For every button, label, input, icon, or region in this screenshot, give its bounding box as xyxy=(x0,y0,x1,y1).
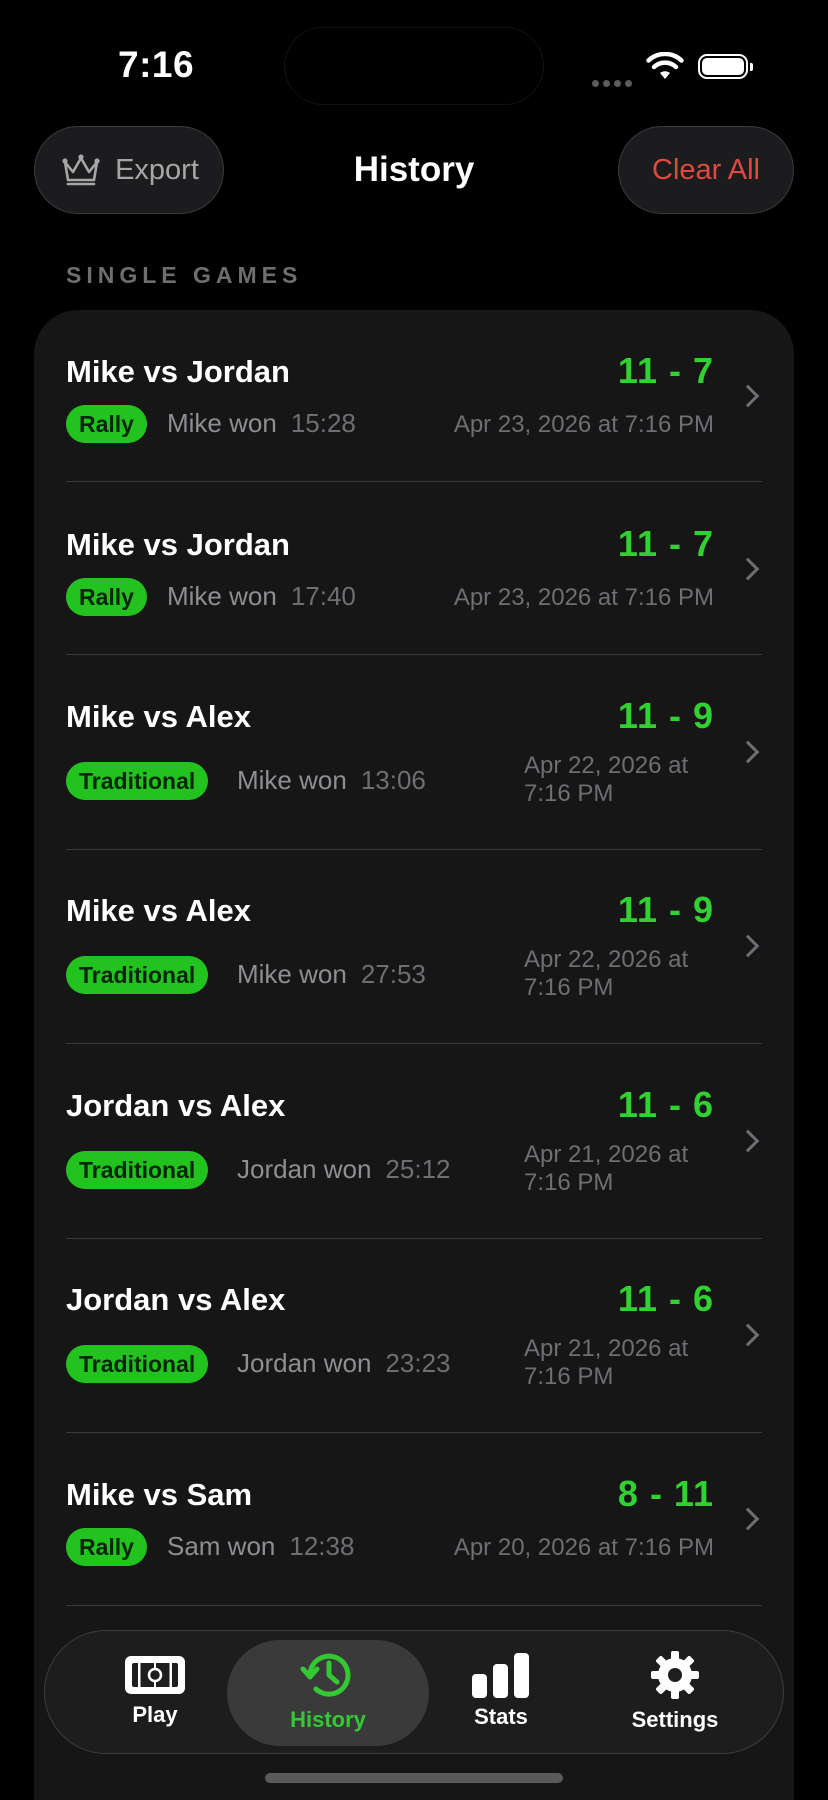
games-list: Mike vs Jordan 11 - 7 Rally Mike won 15:2… xyxy=(34,310,794,1800)
section-header: SINGLE GAMES xyxy=(66,262,303,288)
mode-badge: Traditional xyxy=(66,1151,209,1189)
game-result: Mike won 15:28 xyxy=(167,408,356,439)
game-score: 11 - 7 xyxy=(617,350,714,391)
game-result: Sam won 12:38 xyxy=(167,1531,354,1562)
game-duration: 13:06 xyxy=(360,765,426,795)
winner-text: Mike won xyxy=(167,408,277,438)
history-icon xyxy=(300,1653,351,1697)
tab-history[interactable]: History xyxy=(238,1631,418,1751)
winner-text: Jordan won xyxy=(237,1154,372,1184)
game-duration: 27:53 xyxy=(360,959,426,989)
game-result: Mike won 27:53 xyxy=(237,959,426,990)
tab-label: Stats xyxy=(474,1704,528,1729)
game-score: 11 - 6 xyxy=(617,1084,714,1125)
dynamic-island xyxy=(285,28,543,104)
game-duration: 12:38 xyxy=(289,1531,355,1561)
game-score: 11 - 6 xyxy=(617,1278,714,1319)
mode-badge: Rally xyxy=(66,405,147,443)
game-row[interactable]: Mike vs Sam 8 - 11 Rally Sam won 12:38 Ap… xyxy=(34,1433,794,1606)
navigation-bar: Export History Clear All xyxy=(0,126,828,218)
chevron-right-icon xyxy=(736,557,760,581)
chevron-right-icon xyxy=(736,934,760,958)
winner-text: Jordan won xyxy=(237,1348,372,1378)
game-result: Mike won 17:40 xyxy=(167,581,356,612)
game-title: Mike vs Jordan xyxy=(66,354,290,389)
game-title: Mike vs Alex xyxy=(66,893,251,928)
game-title: Jordan vs Alex xyxy=(66,1088,286,1123)
winner-text: Mike won xyxy=(237,765,347,795)
row-divider xyxy=(66,1605,762,1606)
gear-icon xyxy=(651,1651,699,1699)
mode-badge: Rally xyxy=(66,578,147,616)
game-date: Apr 20, 2026 at 7:16 PM xyxy=(453,1534,714,1561)
game-score: 11 - 7 xyxy=(617,523,714,564)
game-row[interactable]: Mike vs Alex 11 - 9 Traditional Mike won… xyxy=(34,655,794,850)
game-title: Jordan vs Alex xyxy=(66,1282,286,1317)
wifi-icon xyxy=(646,52,684,79)
game-duration: 17:40 xyxy=(290,581,356,611)
game-result: Jordan won 25:12 xyxy=(237,1154,451,1185)
game-date: Apr 22, 2026 at 7:16 PM xyxy=(524,752,689,807)
game-row[interactable]: Jordan vs Alex 11 - 6 Traditional Jordan… xyxy=(34,1239,794,1433)
game-row[interactable]: Jordan vs Alex 11 - 6 Traditional Jordan… xyxy=(34,1044,794,1239)
game-row[interactable]: Mike vs Jordan 11 - 7 Rally Mike won 15:2… xyxy=(34,310,794,482)
chevron-right-icon xyxy=(736,384,760,408)
game-score: 8 - 11 xyxy=(617,1473,714,1514)
game-title: Mike vs Alex xyxy=(66,699,251,734)
game-result: Jordan won 23:23 xyxy=(237,1348,451,1379)
tab-label: Play xyxy=(132,1702,178,1727)
game-date: Apr 23, 2026 at 7:16 PM xyxy=(453,584,714,611)
chevron-right-icon xyxy=(736,740,760,764)
chevron-right-icon xyxy=(736,1507,760,1531)
game-title: Mike vs Jordan xyxy=(66,527,290,562)
tab-bar: Play History Stats Settings xyxy=(44,1630,784,1754)
bar-chart-icon xyxy=(472,1653,529,1698)
winner-text: Mike won xyxy=(237,959,347,989)
winner-text: Sam won xyxy=(167,1531,276,1561)
tab-stats[interactable]: Stats xyxy=(411,1631,591,1751)
court-icon xyxy=(125,1656,185,1694)
battery-icon xyxy=(698,54,753,79)
status-bar: 7:16 xyxy=(0,0,828,120)
mode-badge: Traditional xyxy=(66,762,209,800)
clear-all-button[interactable]: Clear All xyxy=(618,126,794,214)
home-indicator xyxy=(265,1773,563,1783)
game-score: 11 - 9 xyxy=(617,889,714,930)
winner-text: Mike won xyxy=(167,581,277,611)
game-date: Apr 21, 2026 at 7:16 PM xyxy=(524,1141,689,1196)
game-row[interactable]: Mike vs Alex 11 - 9 Traditional Mike won… xyxy=(34,850,794,1044)
game-date: Apr 23, 2026 at 7:16 PM xyxy=(453,411,714,438)
chevron-right-icon xyxy=(736,1129,760,1153)
game-date: Apr 22, 2026 at 7:16 PM xyxy=(524,946,689,1001)
game-duration: 15:28 xyxy=(290,408,356,438)
tab-label: History xyxy=(290,1707,366,1732)
mode-badge: Traditional xyxy=(66,1345,209,1383)
signal-icon xyxy=(592,74,636,92)
tab-settings[interactable]: Settings xyxy=(585,1631,765,1751)
game-score: 11 - 9 xyxy=(617,695,714,736)
mode-badge: Traditional xyxy=(66,956,209,994)
game-title: Mike vs Sam xyxy=(66,1477,253,1512)
tab-play[interactable]: Play xyxy=(65,1631,245,1751)
game-result: Mike won 13:06 xyxy=(237,765,426,796)
tab-label: Settings xyxy=(631,1707,719,1732)
game-duration: 25:12 xyxy=(385,1154,451,1184)
game-row[interactable]: Mike vs Jordan 11 - 7 Rally Mike won 17:4… xyxy=(34,482,794,655)
game-date: Apr 21, 2026 at 7:16 PM xyxy=(524,1335,689,1390)
chevron-right-icon xyxy=(736,1323,760,1347)
game-duration: 23:23 xyxy=(385,1348,451,1378)
status-time: 7:16 xyxy=(118,44,195,85)
mode-badge: Rally xyxy=(66,1528,147,1566)
